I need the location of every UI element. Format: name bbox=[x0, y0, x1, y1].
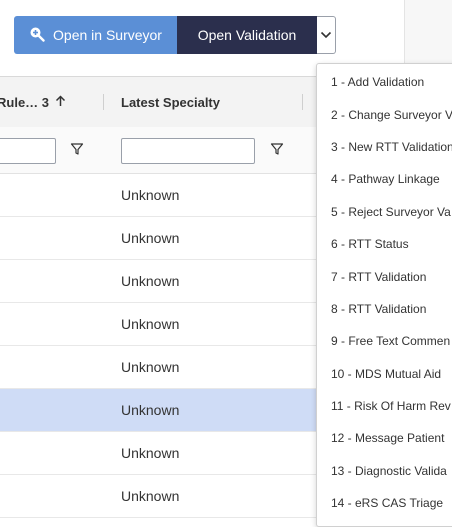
menu-item-free-text-comment[interactable]: 9 - Free Text Commen bbox=[317, 325, 452, 357]
latest-specialty-cell: Unknown bbox=[121, 488, 180, 504]
menu-item-reject-surveyor[interactable]: 5 - Reject Surveyor Va bbox=[317, 196, 452, 228]
funnel-icon[interactable] bbox=[270, 142, 286, 158]
menu-item-new-rtt-validation[interactable]: 3 - New RTT Validation bbox=[317, 131, 452, 163]
menu-item-rtt-validation-7[interactable]: 7 - RTT Validation bbox=[317, 260, 452, 292]
latest-specialty-cell: Unknown bbox=[121, 187, 180, 203]
menu-item-rtt-validation-8[interactable]: 8 - RTT Validation bbox=[317, 293, 452, 325]
latest-specialty-filter-input[interactable] bbox=[121, 138, 255, 164]
latest-specialty-cell: Unknown bbox=[121, 273, 180, 289]
menu-item-message-patient[interactable]: 12 - Message Patient bbox=[317, 422, 452, 454]
rule-filter-input[interactable] bbox=[0, 138, 56, 164]
latest-specialty-cell: Unknown bbox=[121, 230, 180, 246]
funnel-icon[interactable] bbox=[70, 142, 86, 158]
menu-item-risk-of-harm[interactable]: 11 - Risk Of Harm Rev bbox=[317, 390, 452, 422]
validation-dropdown-toggle[interactable] bbox=[317, 16, 336, 54]
search-plus-icon bbox=[29, 26, 45, 45]
open-validation-label: Open Validation bbox=[197, 27, 297, 43]
latest-specialty-cell: Unknown bbox=[121, 402, 180, 418]
column-header-rule-label: Rule… 3 bbox=[0, 94, 50, 110]
column-divider[interactable] bbox=[103, 94, 104, 110]
column-divider[interactable] bbox=[302, 94, 303, 110]
menu-item-ers-cas-triage[interactable]: 14 - eRS CAS Triage bbox=[317, 487, 452, 519]
menu-item-mds-mutual-aid[interactable]: 10 - MDS Mutual Aid bbox=[317, 358, 452, 390]
latest-specialty-cell: Unknown bbox=[121, 359, 180, 375]
menu-item-diagnostic-validation[interactable]: 13 - Diagnostic Valida bbox=[317, 455, 452, 487]
sort-ascending-icon[interactable] bbox=[55, 94, 66, 110]
validation-dropdown-menu: 1 - Add Validation 2 - Change Surveyor V… bbox=[316, 63, 452, 527]
menu-item-add-validation[interactable]: 1 - Add Validation bbox=[317, 66, 452, 98]
column-header-latest-specialty-label: Latest Specialty bbox=[121, 94, 220, 110]
menu-item-pathway-linkage[interactable]: 4 - Pathway Linkage bbox=[317, 163, 452, 195]
column-header-latest-specialty[interactable]: Latest Specialty bbox=[121, 77, 220, 127]
open-in-surveyor-label: Open in Surveyor bbox=[53, 27, 162, 43]
open-validation-button[interactable]: Open Validation bbox=[177, 16, 317, 54]
menu-item-change-surveyor[interactable]: 2 - Change Surveyor V bbox=[317, 98, 452, 130]
latest-specialty-cell: Unknown bbox=[121, 445, 180, 461]
column-header-rule[interactable]: Rule… 3 bbox=[0, 77, 100, 127]
latest-specialty-cell: Unknown bbox=[121, 316, 180, 332]
chevron-down-icon bbox=[320, 26, 332, 44]
open-in-surveyor-button[interactable]: Open in Surveyor bbox=[14, 16, 177, 54]
menu-item-rtt-status[interactable]: 6 - RTT Status bbox=[317, 228, 452, 260]
